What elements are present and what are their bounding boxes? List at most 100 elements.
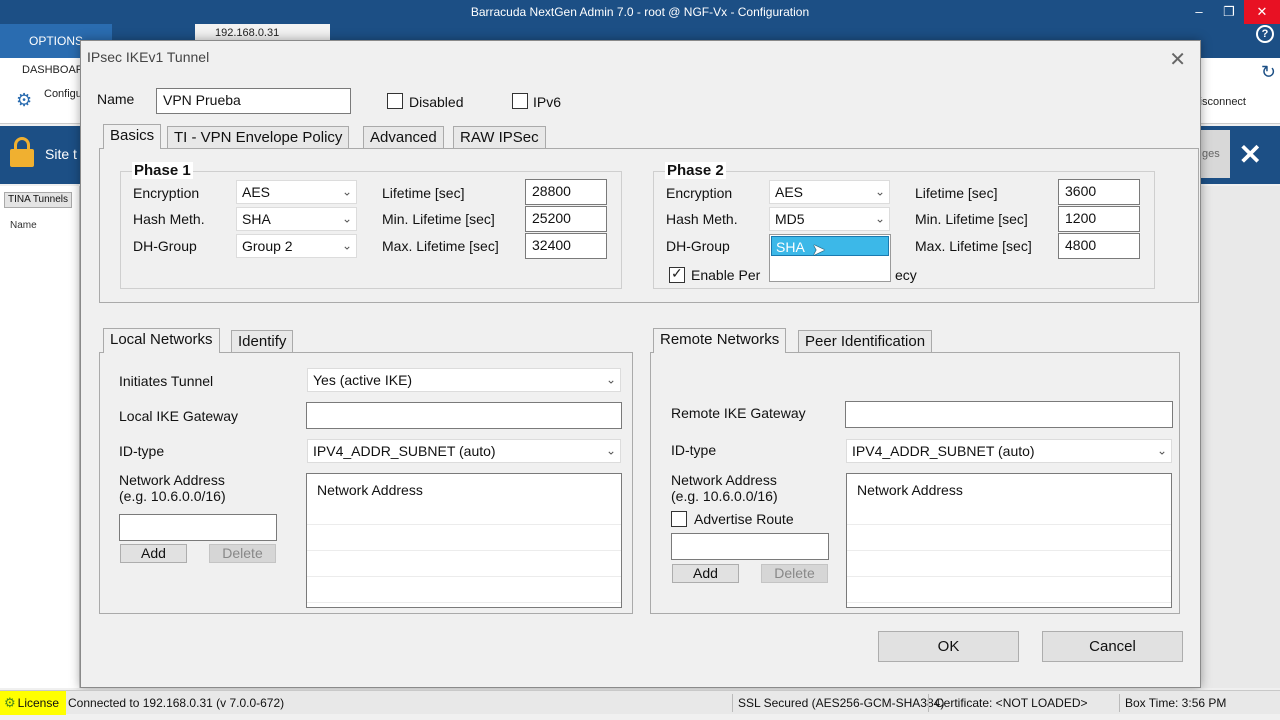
list-item — [847, 602, 1171, 603]
tab-basics[interactable]: Basics — [103, 124, 162, 149]
close-view-icon[interactable]: ✕ — [1239, 138, 1262, 171]
phase1-lifetime-field[interactable]: 28800 — [525, 179, 607, 205]
window-controls: – ❐ ✕ — [1184, 0, 1280, 24]
remote-netaddr-input[interactable] — [671, 533, 829, 560]
local-add-button[interactable]: Add — [120, 544, 187, 563]
phase2-lifetime-field[interactable]: 3600 — [1058, 179, 1140, 205]
certificate-status: Certificate: <NOT LOADED> — [935, 696, 1088, 710]
tab-advanced[interactable]: Advanced — [363, 126, 444, 148]
right-strip — [1200, 186, 1280, 688]
tree-icon: ⚙ — [16, 90, 33, 110]
cancel-button[interactable]: Cancel — [1042, 631, 1183, 662]
phase1-encryption-select[interactable]: AES ⌄ — [236, 180, 357, 204]
close-icon[interactable]: ✕ — [1169, 47, 1186, 72]
remote-add-button[interactable]: Add — [672, 564, 739, 583]
phase1-dh-label: DH-Group — [133, 238, 197, 254]
advertise-route-label: Advertise Route — [694, 511, 794, 527]
local-list-header: Network Address — [317, 482, 423, 498]
phase2-title: Phase 2 — [665, 162, 726, 179]
tina-tunnels-tab[interactable]: TINA Tunnels — [4, 192, 72, 208]
chevron-down-icon: ⌄ — [874, 211, 885, 226]
disabled-checkbox[interactable] — [387, 93, 403, 109]
tab-local-networks[interactable]: Local Networks — [103, 328, 220, 353]
phase2-min-lifetime-label: Min. Lifetime [sec] — [915, 211, 1028, 227]
phase2-lifetime-label: Lifetime [sec] — [915, 185, 998, 201]
name-column-header[interactable]: Name — [10, 220, 37, 231]
phase1-min-lifetime-label: Min. Lifetime [sec] — [382, 211, 495, 227]
list-item — [847, 550, 1171, 551]
phase2-min-lifetime-field[interactable]: 1200 — [1058, 206, 1140, 232]
tab-remote-networks[interactable]: Remote Networks — [653, 328, 787, 353]
phase1-max-lifetime-label: Max. Lifetime [sec] — [382, 238, 499, 254]
phase2-hash-select[interactable]: MD5 ⌄ — [769, 207, 890, 231]
tab-envelope-policy[interactable]: TI - VPN Envelope Policy — [167, 126, 350, 148]
phase2-max-lifetime-field[interactable]: 4800 — [1058, 233, 1140, 259]
phase1-max-lifetime-field[interactable]: 32400 — [525, 233, 607, 259]
dialog-title: IPsec IKEv1 Tunnel — [87, 49, 210, 65]
tab-raw-ipsec[interactable]: RAW IPSec — [453, 126, 546, 148]
phase1-hash-label: Hash Meth. — [133, 211, 205, 227]
chevron-down-icon: ⌄ — [605, 443, 616, 458]
phase2-hash-value: MD5 — [775, 211, 805, 227]
phase2-encryption-value: AES — [775, 184, 804, 200]
local-networks-panel: Initiates Tunnel Yes (active IKE) ⌄ Local… — [99, 352, 633, 614]
phase1-hash-value: SHA — [242, 211, 271, 227]
divider — [1119, 694, 1120, 712]
right-stub: ges — [1200, 130, 1230, 178]
local-network-list[interactable]: Network Address — [306, 473, 622, 608]
pfs-checkbox[interactable] — [669, 265, 685, 283]
connection-status: Connected to 192.168.0.31 (v 7.0.0-672) — [68, 696, 285, 710]
right-stub-text: ges — [1202, 148, 1220, 160]
list-item — [847, 524, 1171, 525]
remote-netaddr-label: Network Address — [671, 472, 777, 488]
phase2-dh-dropdown[interactable]: SHA — [769, 234, 891, 282]
ok-button[interactable]: OK — [878, 631, 1019, 662]
initiates-tunnel-select[interactable]: Yes (active IKE) ⌄ — [307, 368, 621, 392]
phase1-lifetime-label: Lifetime [sec] — [382, 185, 465, 201]
app-title: Barracuda NextGen Admin 7.0 - root @ NGF… — [470, 5, 810, 19]
remote-delete-button[interactable]: Delete — [761, 564, 828, 583]
local-netaddr-input[interactable] — [119, 514, 277, 541]
phase1-hash-select[interactable]: SHA ⌄ — [236, 207, 357, 231]
initiates-tunnel-value: Yes (active IKE) — [313, 372, 413, 388]
phase1-min-lifetime-field[interactable]: 25200 — [525, 206, 607, 232]
phase1-title: Phase 1 — [132, 162, 193, 179]
list-item — [307, 602, 621, 603]
remote-idtype-select[interactable]: IPV4_ADDR_SUBNET (auto) ⌄ — [846, 439, 1172, 463]
basics-panel: Phase 1 Encryption AES ⌄ Hash Meth. SHA ⌄ … — [99, 148, 1199, 303]
local-gateway-field[interactable] — [306, 402, 622, 429]
list-item — [307, 524, 621, 525]
phase1-encryption-value: AES — [242, 184, 271, 200]
restore-icon[interactable]: ❐ — [1214, 0, 1244, 24]
status-bar: ⚙ License Connected to 192.168.0.31 (v 7.… — [0, 690, 1280, 715]
ipv6-checkbox[interactable] — [512, 93, 528, 109]
name-field[interactable]: VPN Prueba — [156, 88, 351, 114]
refresh-icon[interactable]: ↻ — [1261, 62, 1276, 83]
phase2-encryption-select[interactable]: AES ⌄ — [769, 180, 890, 204]
tab-peer-identification[interactable]: Peer Identification — [798, 330, 933, 352]
remote-idtype-label: ID-type — [671, 442, 717, 458]
help-icon[interactable]: ? — [1256, 25, 1274, 43]
minimize-icon[interactable]: – — [1184, 0, 1214, 24]
local-netaddr-label: Network Address — [119, 472, 225, 488]
dashboard-tab[interactable]: DASHBOAR — [22, 64, 84, 76]
tab-identify[interactable]: Identify — [231, 330, 294, 352]
site-label: Site t — [45, 146, 77, 162]
remote-gateway-field[interactable] — [845, 401, 1173, 428]
ssl-status: SSL Secured (AES256-GCM-SHA384) — [738, 696, 945, 710]
local-delete-button[interactable]: Delete — [209, 544, 276, 563]
phase1-encryption-label: Encryption — [133, 185, 200, 201]
chevron-down-icon: ⌄ — [341, 211, 352, 226]
advertise-route-checkbox[interactable] — [671, 511, 687, 527]
local-idtype-select[interactable]: IPV4_ADDR_SUBNET (auto) ⌄ — [307, 439, 621, 463]
dropdown-option-selected[interactable]: SHA — [771, 236, 889, 256]
chevron-down-icon: ⌄ — [341, 238, 352, 253]
left-panel — [0, 186, 80, 688]
remote-idtype-value: IPV4_ADDR_SUBNET (auto) — [852, 443, 1035, 459]
remote-network-list[interactable]: Network Address — [846, 473, 1172, 608]
license-indicator[interactable]: ⚙ License — [0, 691, 66, 715]
phase1-dh-select[interactable]: Group 2 ⌄ — [236, 234, 357, 258]
phase2-hash-label: Hash Meth. — [666, 211, 738, 227]
config-tree-button[interactable]: ⚙ Configu Tree — [16, 88, 107, 118]
close-window-icon[interactable]: ✕ — [1244, 0, 1280, 24]
